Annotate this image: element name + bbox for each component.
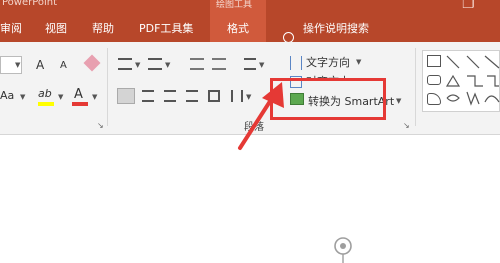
tab-help[interactable]: 帮助	[92, 20, 114, 36]
slide-canvas	[0, 135, 500, 263]
text-box-shape-icon[interactable]	[427, 55, 441, 67]
align-right-icon[interactable]	[164, 90, 176, 102]
font-size-dropdown-icon[interactable]: ▼	[15, 61, 20, 69]
context-tab-header: 绘图工具	[210, 0, 266, 12]
font-color-button[interactable]: A	[74, 87, 83, 102]
bullets-dropdown-icon[interactable]: ▼	[135, 61, 140, 69]
ribbon-tabs: 审阅 视图 帮助 PDF工具集 格式 操作说明搜索	[0, 12, 500, 43]
numbering-icon[interactable]	[148, 58, 162, 70]
highlight-dropdown-icon[interactable]: ▼	[58, 93, 63, 101]
numbering-dropdown-icon[interactable]: ▼	[165, 61, 170, 69]
font-color-dropdown-icon[interactable]: ▼	[92, 93, 97, 101]
group-divider	[107, 48, 108, 126]
title-bar: PowerPoint 绘图工具 ❐	[0, 0, 500, 12]
text-direction-icon	[290, 56, 302, 70]
shapes-gallery-icons[interactable]	[445, 54, 500, 110]
rounded-rect-shape-icon[interactable]	[427, 75, 441, 85]
font-color-bar	[72, 102, 88, 106]
annotation-arrow	[238, 82, 284, 150]
distributed-icon[interactable]	[208, 90, 220, 102]
highlight-button[interactable]: ab	[38, 87, 52, 100]
font-dialog-launcher-icon[interactable]: ↘	[97, 121, 104, 130]
tab-pdf-tools[interactable]: PDF工具集	[139, 20, 193, 36]
tab-format[interactable]: 格式	[210, 12, 266, 42]
highlight-color-bar	[38, 102, 54, 106]
context-tab-title: 绘图工具	[216, 0, 253, 10]
change-case-dropdown-icon[interactable]: ▼	[20, 93, 25, 101]
justify-icon[interactable]	[186, 90, 198, 102]
tell-me-search[interactable]: 操作说明搜索	[303, 20, 369, 36]
line-spacing-dropdown-icon[interactable]: ▼	[259, 61, 264, 69]
shapes-gallery[interactable]	[422, 50, 500, 112]
clear-format-icon[interactable]	[83, 54, 101, 72]
line-spacing-icon[interactable]	[244, 58, 256, 70]
cloud-shape-icon[interactable]	[427, 93, 441, 105]
restore-window-icon[interactable]: ❐	[462, 0, 475, 12]
bullets-icon[interactable]	[118, 58, 132, 70]
tab-view[interactable]: 视图	[45, 20, 67, 36]
smartart-dropdown-icon[interactable]: ▼	[396, 97, 401, 105]
tab-review[interactable]: 审阅	[0, 20, 22, 36]
align-center-icon[interactable]	[142, 90, 154, 102]
text-direction-dropdown-icon[interactable]: ▼	[356, 58, 361, 66]
change-case-button[interactable]: Aa	[0, 89, 14, 102]
decrease-indent-icon[interactable]	[190, 58, 204, 70]
paragraph-dialog-launcher-icon[interactable]: ↘	[403, 121, 410, 130]
text-direction-button[interactable]: 文字方向	[306, 54, 350, 70]
grow-font-button[interactable]: A	[36, 58, 44, 72]
group-divider	[415, 48, 416, 126]
rotate-handle-icon[interactable]	[330, 233, 356, 263]
shrink-font-button[interactable]: A	[60, 60, 67, 71]
increase-indent-icon[interactable]	[212, 58, 226, 70]
align-left-icon[interactable]	[117, 88, 135, 104]
app-title: PowerPoint	[2, 0, 58, 8]
